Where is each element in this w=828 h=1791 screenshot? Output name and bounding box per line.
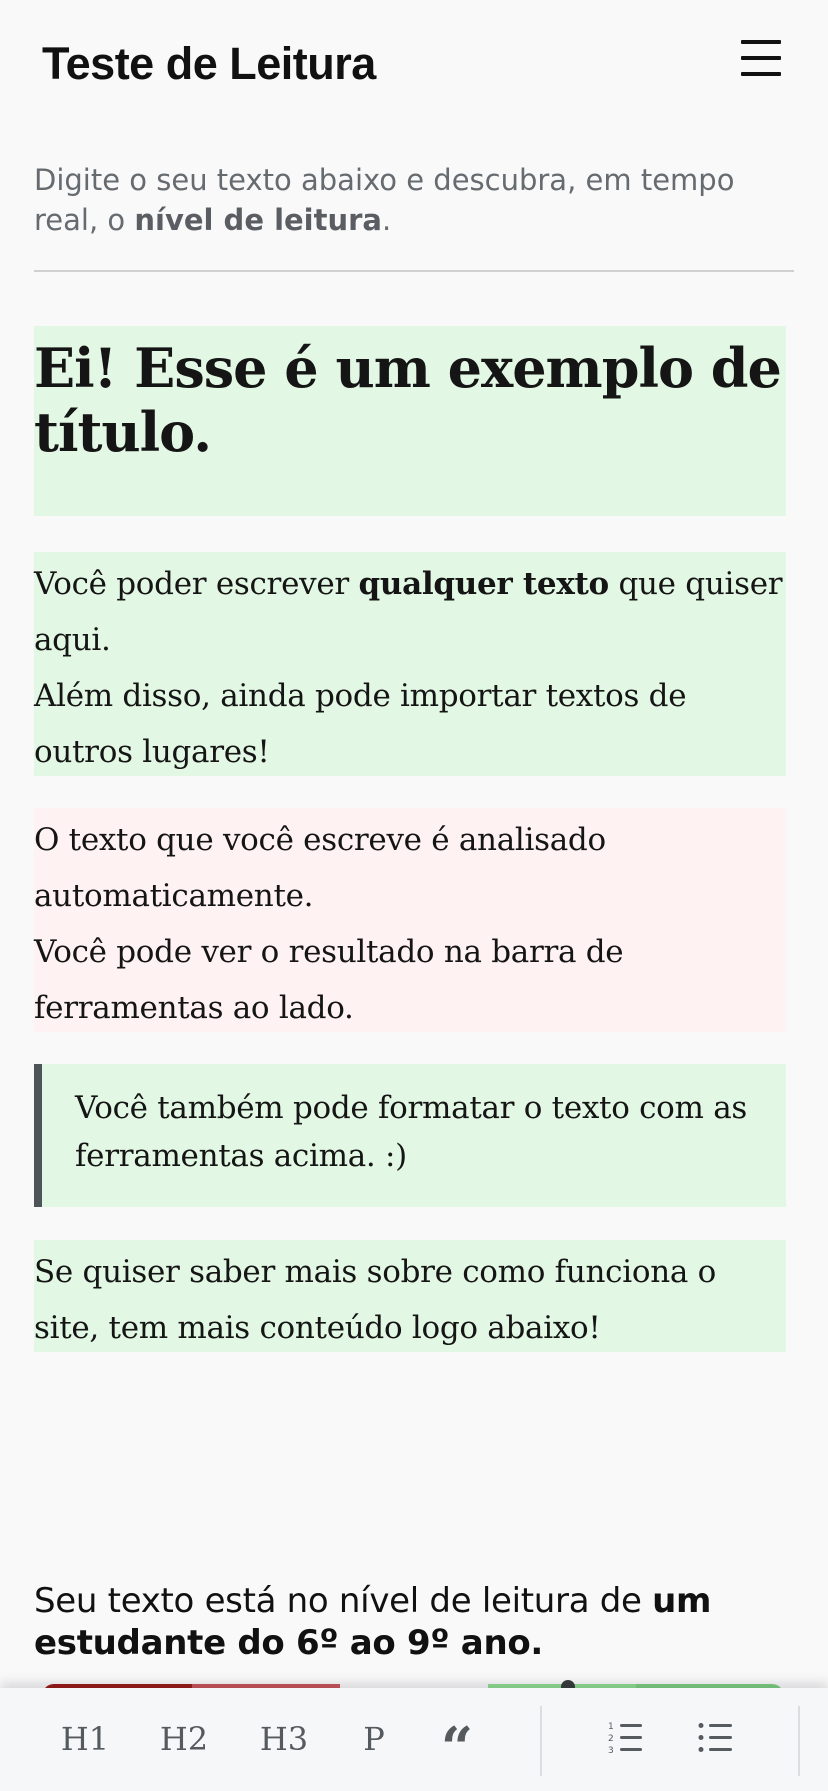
paragraph-1-text[interactable]: Você poder escrever qualquer texto que q… [34,556,786,780]
hamburger-menu-icon[interactable] [738,36,784,80]
editor-paragraph-2[interactable]: O texto que você escreve é analisado aut… [34,808,786,1032]
paragraph-2-line-2: Você pode ver o resultado na barra de fe… [34,934,624,1026]
quote-button[interactable]: “ [436,1716,478,1780]
svg-text:3: 3 [608,1746,614,1756]
heading-2-button[interactable]: H2 [156,1716,212,1762]
toolbar-separator [798,1706,800,1776]
divider [34,270,794,272]
editor-paragraph-1[interactable]: Você poder escrever qualquer texto que q… [34,552,786,776]
page: Teste de Leitura Digite o seu texto abai… [0,0,828,1791]
svg-text:2: 2 [608,1734,614,1744]
paragraph-1-start: Você poder escrever [34,566,359,602]
svg-text:1: 1 [608,1722,614,1732]
paragraph-2-line-1: O texto que você escreve é analisado aut… [34,822,606,914]
intro-text-bold: nível de leitura [134,203,383,237]
paragraph-1-line-2: Além disso, ainda pode importar textos d… [34,678,687,770]
format-toolbar: H1 H2 H3 P “ 1 2 3 [0,1688,828,1791]
heading-3-button[interactable]: H3 [256,1716,312,1762]
toolbar-separator [540,1706,542,1776]
paragraph-2-text[interactable]: O texto que você escreve é analisado aut… [34,812,786,1036]
editor-heading-block[interactable]: Ei! Esse é um exemplo de título. [34,326,786,516]
blockquote-text[interactable]: Você também pode formatar o texto com as… [75,1084,766,1180]
paragraph-button[interactable]: P [358,1716,390,1762]
editor-paragraph-3[interactable]: Se quiser saber mais sobre como funciona… [34,1240,786,1352]
paragraph-1-bold: qualquer texto [358,566,609,602]
intro-text-end: . [382,203,392,237]
reading-level-result: Seu texto está no nível de leitura de um… [34,1580,794,1664]
heading-1-button[interactable]: H1 [58,1716,112,1762]
editor-heading[interactable]: Ei! Esse é um exemplo de título. [34,336,786,464]
ordered-list-icon[interactable]: 1 2 3 [606,1718,646,1758]
app-title: Teste de Leitura [42,38,376,89]
paragraph-3-text[interactable]: Se quiser saber mais sobre como funciona… [34,1244,786,1356]
editor-blockquote[interactable]: Você também pode formatar o texto com as… [34,1064,786,1207]
bullet-list-icon[interactable] [696,1718,736,1758]
result-text: Seu texto está no nível de leitura de [34,1581,653,1621]
intro-text: Digite o seu texto abaixo e descubra, em… [34,160,794,240]
top-bar: Teste de Leitura [0,0,828,130]
